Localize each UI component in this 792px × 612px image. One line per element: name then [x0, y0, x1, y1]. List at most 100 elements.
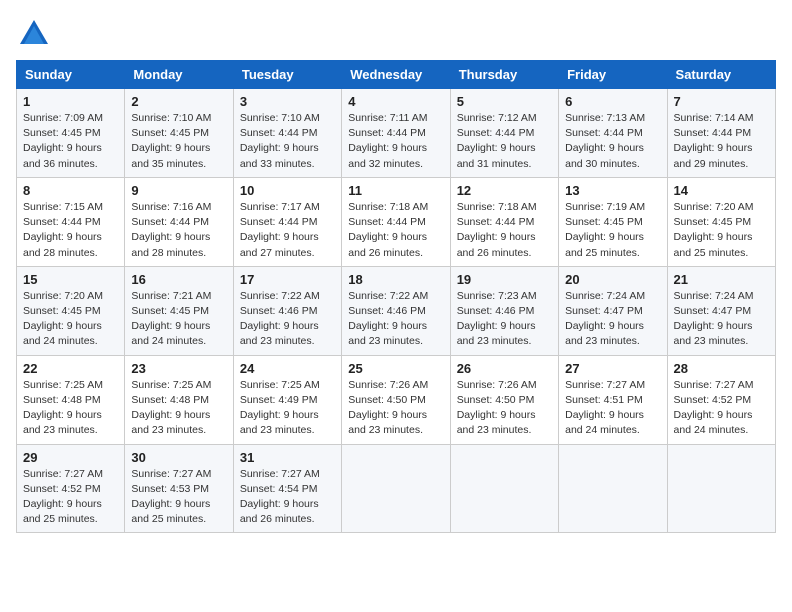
- day-detail: Sunrise: 7:24 AMSunset: 4:47 PMDaylight:…: [674, 290, 754, 348]
- calendar-cell: 5 Sunrise: 7:12 AMSunset: 4:44 PMDayligh…: [450, 89, 558, 178]
- calendar-cell: 22 Sunrise: 7:25 AMSunset: 4:48 PMDaylig…: [17, 355, 125, 444]
- day-number: 22: [23, 361, 118, 376]
- day-of-week-thursday: Thursday: [450, 61, 558, 89]
- day-detail: Sunrise: 7:27 AMSunset: 4:51 PMDaylight:…: [565, 379, 645, 437]
- day-detail: Sunrise: 7:10 AMSunset: 4:44 PMDaylight:…: [240, 112, 320, 170]
- day-number: 6: [565, 94, 660, 109]
- day-number: 26: [457, 361, 552, 376]
- day-number: 5: [457, 94, 552, 109]
- calendar-cell: 13 Sunrise: 7:19 AMSunset: 4:45 PMDaylig…: [559, 177, 667, 266]
- day-of-week-friday: Friday: [559, 61, 667, 89]
- calendar-cell: 14 Sunrise: 7:20 AMSunset: 4:45 PMDaylig…: [667, 177, 775, 266]
- day-number: 7: [674, 94, 769, 109]
- calendar-week-5: 29 Sunrise: 7:27 AMSunset: 4:52 PMDaylig…: [17, 444, 776, 533]
- calendar-cell: 8 Sunrise: 7:15 AMSunset: 4:44 PMDayligh…: [17, 177, 125, 266]
- calendar-week-2: 8 Sunrise: 7:15 AMSunset: 4:44 PMDayligh…: [17, 177, 776, 266]
- calendar-cell: 19 Sunrise: 7:23 AMSunset: 4:46 PMDaylig…: [450, 266, 558, 355]
- calendar-cell: 26 Sunrise: 7:26 AMSunset: 4:50 PMDaylig…: [450, 355, 558, 444]
- day-number: 1: [23, 94, 118, 109]
- day-of-week-wednesday: Wednesday: [342, 61, 450, 89]
- day-detail: Sunrise: 7:27 AMSunset: 4:52 PMDaylight:…: [23, 468, 103, 526]
- calendar-cell: 1 Sunrise: 7:09 AMSunset: 4:45 PMDayligh…: [17, 89, 125, 178]
- calendar-cell: 27 Sunrise: 7:27 AMSunset: 4:51 PMDaylig…: [559, 355, 667, 444]
- day-detail: Sunrise: 7:25 AMSunset: 4:49 PMDaylight:…: [240, 379, 320, 437]
- day-detail: Sunrise: 7:27 AMSunset: 4:54 PMDaylight:…: [240, 468, 320, 526]
- day-number: 3: [240, 94, 335, 109]
- day-detail: Sunrise: 7:24 AMSunset: 4:47 PMDaylight:…: [565, 290, 645, 348]
- day-number: 4: [348, 94, 443, 109]
- day-detail: Sunrise: 7:26 AMSunset: 4:50 PMDaylight:…: [457, 379, 537, 437]
- day-detail: Sunrise: 7:18 AMSunset: 4:44 PMDaylight:…: [348, 201, 428, 259]
- calendar-cell: [450, 444, 558, 533]
- calendar-header: SundayMondayTuesdayWednesdayThursdayFrid…: [17, 61, 776, 89]
- calendar-cell: [667, 444, 775, 533]
- day-number: 8: [23, 183, 118, 198]
- calendar-body: 1 Sunrise: 7:09 AMSunset: 4:45 PMDayligh…: [17, 89, 776, 533]
- day-number: 20: [565, 272, 660, 287]
- day-of-week-tuesday: Tuesday: [233, 61, 341, 89]
- calendar-week-1: 1 Sunrise: 7:09 AMSunset: 4:45 PMDayligh…: [17, 89, 776, 178]
- day-number: 31: [240, 450, 335, 465]
- day-detail: Sunrise: 7:23 AMSunset: 4:46 PMDaylight:…: [457, 290, 537, 348]
- calendar-cell: 16 Sunrise: 7:21 AMSunset: 4:45 PMDaylig…: [125, 266, 233, 355]
- calendar-cell: 17 Sunrise: 7:22 AMSunset: 4:46 PMDaylig…: [233, 266, 341, 355]
- calendar-cell: [559, 444, 667, 533]
- day-detail: Sunrise: 7:12 AMSunset: 4:44 PMDaylight:…: [457, 112, 537, 170]
- day-detail: Sunrise: 7:18 AMSunset: 4:44 PMDaylight:…: [457, 201, 537, 259]
- day-number: 12: [457, 183, 552, 198]
- day-detail: Sunrise: 7:15 AMSunset: 4:44 PMDaylight:…: [23, 201, 103, 259]
- day-detail: Sunrise: 7:20 AMSunset: 4:45 PMDaylight:…: [674, 201, 754, 259]
- day-detail: Sunrise: 7:27 AMSunset: 4:53 PMDaylight:…: [131, 468, 211, 526]
- day-detail: Sunrise: 7:16 AMSunset: 4:44 PMDaylight:…: [131, 201, 211, 259]
- logo-icon: [16, 16, 52, 52]
- day-number: 24: [240, 361, 335, 376]
- calendar-cell: 21 Sunrise: 7:24 AMSunset: 4:47 PMDaylig…: [667, 266, 775, 355]
- day-number: 23: [131, 361, 226, 376]
- day-of-week-sunday: Sunday: [17, 61, 125, 89]
- calendar-cell: 31 Sunrise: 7:27 AMSunset: 4:54 PMDaylig…: [233, 444, 341, 533]
- page-header: [16, 16, 776, 52]
- day-number: 9: [131, 183, 226, 198]
- calendar-week-3: 15 Sunrise: 7:20 AMSunset: 4:45 PMDaylig…: [17, 266, 776, 355]
- day-detail: Sunrise: 7:19 AMSunset: 4:45 PMDaylight:…: [565, 201, 645, 259]
- day-detail: Sunrise: 7:27 AMSunset: 4:52 PMDaylight:…: [674, 379, 754, 437]
- calendar-cell: 3 Sunrise: 7:10 AMSunset: 4:44 PMDayligh…: [233, 89, 341, 178]
- day-detail: Sunrise: 7:11 AMSunset: 4:44 PMDaylight:…: [348, 112, 427, 170]
- day-number: 14: [674, 183, 769, 198]
- calendar-cell: 9 Sunrise: 7:16 AMSunset: 4:44 PMDayligh…: [125, 177, 233, 266]
- calendar-cell: 2 Sunrise: 7:10 AMSunset: 4:45 PMDayligh…: [125, 89, 233, 178]
- day-detail: Sunrise: 7:21 AMSunset: 4:45 PMDaylight:…: [131, 290, 211, 348]
- day-detail: Sunrise: 7:09 AMSunset: 4:45 PMDaylight:…: [23, 112, 103, 170]
- day-number: 28: [674, 361, 769, 376]
- day-detail: Sunrise: 7:25 AMSunset: 4:48 PMDaylight:…: [131, 379, 211, 437]
- day-number: 21: [674, 272, 769, 287]
- day-number: 15: [23, 272, 118, 287]
- day-detail: Sunrise: 7:14 AMSunset: 4:44 PMDaylight:…: [674, 112, 754, 170]
- day-number: 11: [348, 183, 443, 198]
- calendar-cell: 4 Sunrise: 7:11 AMSunset: 4:44 PMDayligh…: [342, 89, 450, 178]
- calendar-table: SundayMondayTuesdayWednesdayThursdayFrid…: [16, 60, 776, 533]
- calendar-cell: 10 Sunrise: 7:17 AMSunset: 4:44 PMDaylig…: [233, 177, 341, 266]
- day-number: 29: [23, 450, 118, 465]
- day-detail: Sunrise: 7:25 AMSunset: 4:48 PMDaylight:…: [23, 379, 103, 437]
- day-number: 19: [457, 272, 552, 287]
- calendar-cell: 12 Sunrise: 7:18 AMSunset: 4:44 PMDaylig…: [450, 177, 558, 266]
- calendar-cell: 24 Sunrise: 7:25 AMSunset: 4:49 PMDaylig…: [233, 355, 341, 444]
- calendar-cell: 28 Sunrise: 7:27 AMSunset: 4:52 PMDaylig…: [667, 355, 775, 444]
- day-of-week-monday: Monday: [125, 61, 233, 89]
- day-detail: Sunrise: 7:13 AMSunset: 4:44 PMDaylight:…: [565, 112, 645, 170]
- calendar-week-4: 22 Sunrise: 7:25 AMSunset: 4:48 PMDaylig…: [17, 355, 776, 444]
- day-number: 13: [565, 183, 660, 198]
- calendar-cell: 18 Sunrise: 7:22 AMSunset: 4:46 PMDaylig…: [342, 266, 450, 355]
- calendar-cell: [342, 444, 450, 533]
- calendar-cell: 20 Sunrise: 7:24 AMSunset: 4:47 PMDaylig…: [559, 266, 667, 355]
- calendar-cell: 6 Sunrise: 7:13 AMSunset: 4:44 PMDayligh…: [559, 89, 667, 178]
- day-detail: Sunrise: 7:22 AMSunset: 4:46 PMDaylight:…: [240, 290, 320, 348]
- calendar-cell: 7 Sunrise: 7:14 AMSunset: 4:44 PMDayligh…: [667, 89, 775, 178]
- day-number: 2: [131, 94, 226, 109]
- day-number: 10: [240, 183, 335, 198]
- calendar-cell: 30 Sunrise: 7:27 AMSunset: 4:53 PMDaylig…: [125, 444, 233, 533]
- day-number: 17: [240, 272, 335, 287]
- day-header-row: SundayMondayTuesdayWednesdayThursdayFrid…: [17, 61, 776, 89]
- logo: [16, 16, 56, 52]
